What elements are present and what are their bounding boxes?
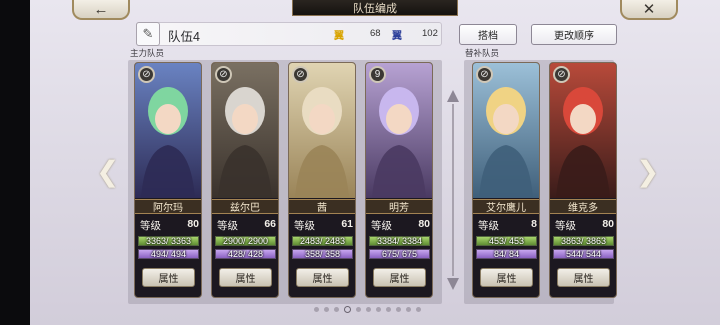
back-button[interactable]: ← bbox=[72, 0, 130, 20]
next-page-arrow-icon[interactable]: ❯ bbox=[636, 158, 659, 186]
hp-text: 2483/ 2483 bbox=[299, 236, 346, 246]
page-dot[interactable] bbox=[314, 307, 319, 312]
member-name: 阿尔玛 bbox=[135, 199, 201, 214]
member-card[interactable]: ⊘ 茜 等级 61 2483/ 2483 358/ 358 属性 bbox=[288, 62, 356, 298]
level-value: 80 bbox=[187, 218, 199, 230]
level-label: 等级 bbox=[140, 220, 161, 232]
level-label: 等级 bbox=[371, 220, 392, 232]
level-label: 等级 bbox=[478, 220, 499, 232]
page-dot[interactable] bbox=[366, 307, 371, 312]
swap-divider-icon bbox=[447, 90, 459, 290]
character-portrait bbox=[135, 63, 201, 198]
pagination-dots[interactable] bbox=[314, 306, 421, 313]
attribute-button[interactable]: 属性 bbox=[480, 268, 533, 287]
main-members-label: 主力队员 bbox=[130, 48, 165, 58]
member-card[interactable]: ⊘ 艾尔鹰儿 等级 8 453/ 453 84/ 84 属性 bbox=[472, 62, 540, 298]
hp-text: 453/ 453 bbox=[488, 236, 525, 246]
hp-text: 2900/ 2900 bbox=[222, 236, 269, 246]
page-dot[interactable] bbox=[376, 307, 381, 312]
hp-bar: 2900/ 2900 bbox=[215, 236, 276, 246]
member-card[interactable]: ⊘ 阿尔玛 等级 80 3363/ 3363 494/ 494 属性 bbox=[134, 62, 202, 298]
member-name: 艾尔鹰儿 bbox=[473, 199, 539, 214]
team-stat-a-value: 68 bbox=[370, 28, 381, 39]
level-value: 8 bbox=[531, 218, 537, 230]
page-title: 队伍编成 bbox=[292, 0, 458, 16]
team-stat-b-value: 102 bbox=[422, 28, 438, 39]
level-value: 61 bbox=[341, 218, 353, 230]
member-name: 维克多 bbox=[550, 199, 616, 214]
page-dot[interactable] bbox=[324, 307, 329, 312]
mp-text: 544/ 544 bbox=[565, 249, 602, 259]
mp-bar: 84/ 84 bbox=[476, 249, 537, 259]
level-label: 等级 bbox=[294, 220, 315, 232]
page-dot[interactable] bbox=[416, 307, 421, 312]
level-value: 66 bbox=[264, 218, 276, 230]
character-portrait bbox=[550, 63, 616, 198]
hp-bar: 3863/ 3863 bbox=[553, 236, 614, 246]
attribute-button[interactable]: 属性 bbox=[142, 268, 195, 287]
left-edge-bar bbox=[0, 0, 30, 325]
mp-text: 84/ 84 bbox=[493, 249, 520, 259]
mp-bar: 494/ 494 bbox=[138, 249, 199, 259]
page-dot[interactable] bbox=[356, 307, 361, 312]
skill-badge-icon: 9 bbox=[369, 66, 386, 83]
skill-badge-icon: ⊘ bbox=[476, 66, 493, 83]
level-label: 等级 bbox=[555, 220, 576, 232]
close-icon: ✕ bbox=[642, 1, 656, 18]
attribute-button[interactable]: 属性 bbox=[557, 268, 610, 287]
close-button[interactable]: ✕ bbox=[620, 0, 678, 20]
page-dot[interactable] bbox=[344, 306, 351, 313]
member-name: 兹尔巴 bbox=[212, 199, 278, 214]
skill-badge-icon: ⊘ bbox=[138, 66, 155, 83]
back-arrow-icon: ← bbox=[93, 0, 109, 18]
hp-text: 3863/ 3863 bbox=[560, 236, 607, 246]
mp-bar: 358/ 358 bbox=[292, 249, 353, 259]
attribute-button[interactable]: 属性 bbox=[373, 268, 426, 287]
page-dot[interactable] bbox=[386, 307, 391, 312]
mp-bar: 675/ 675 bbox=[369, 249, 430, 259]
skill-badge-icon: ⊘ bbox=[553, 66, 570, 83]
member-card[interactable]: 9 明芳 等级 80 3384/ 3384 675/ 675 属性 bbox=[365, 62, 433, 298]
character-portrait bbox=[289, 63, 355, 198]
character-portrait bbox=[366, 63, 432, 198]
character-portrait bbox=[212, 63, 278, 198]
level-value: 80 bbox=[602, 218, 614, 230]
attribute-button[interactable]: 属性 bbox=[296, 268, 349, 287]
character-portrait bbox=[473, 63, 539, 198]
page-dot[interactable] bbox=[396, 307, 401, 312]
hp-bar: 2483/ 2483 bbox=[292, 236, 353, 246]
partner-button[interactable]: 搭档 bbox=[459, 24, 517, 45]
mp-text: 358/ 358 bbox=[304, 249, 341, 259]
level-value: 80 bbox=[418, 218, 430, 230]
member-card[interactable]: ⊘ 兹尔巴 等级 66 2900/ 2900 428/ 428 属性 bbox=[211, 62, 279, 298]
page-dot[interactable] bbox=[406, 307, 411, 312]
member-card[interactable]: ⊘ 维克多 等级 80 3863/ 3863 544/ 544 属性 bbox=[549, 62, 617, 298]
team-name: 队伍4 bbox=[168, 30, 200, 44]
member-name: 茜 bbox=[289, 199, 355, 214]
page-dot[interactable] bbox=[334, 307, 339, 312]
member-name: 明芳 bbox=[366, 199, 432, 214]
hp-text: 3363/ 3363 bbox=[145, 236, 192, 246]
mp-bar: 544/ 544 bbox=[553, 249, 614, 259]
mp-text: 494/ 494 bbox=[150, 249, 187, 259]
hp-bar: 3384/ 3384 bbox=[369, 236, 430, 246]
skill-badge-icon: ⊘ bbox=[215, 66, 232, 83]
wing-blue-icon: 翼 bbox=[392, 31, 402, 42]
skill-badge-icon: ⊘ bbox=[292, 66, 309, 83]
hp-text: 3384/ 3384 bbox=[376, 236, 423, 246]
mp-bar: 428/ 428 bbox=[215, 249, 276, 259]
mp-text: 428/ 428 bbox=[227, 249, 264, 259]
change-order-button[interactable]: 更改顺序 bbox=[531, 24, 617, 45]
mp-text: 675/ 675 bbox=[381, 249, 418, 259]
level-label: 等级 bbox=[217, 220, 238, 232]
sub-members-label: 替补队员 bbox=[465, 48, 500, 58]
hp-bar: 3363/ 3363 bbox=[138, 236, 199, 246]
attribute-button[interactable]: 属性 bbox=[219, 268, 272, 287]
prev-page-arrow-icon[interactable]: ❮ bbox=[96, 158, 119, 186]
wing-gold-icon: 翼 bbox=[334, 31, 344, 42]
hp-bar: 453/ 453 bbox=[476, 236, 537, 246]
edit-pencil-icon[interactable]: ✎ bbox=[136, 22, 160, 46]
